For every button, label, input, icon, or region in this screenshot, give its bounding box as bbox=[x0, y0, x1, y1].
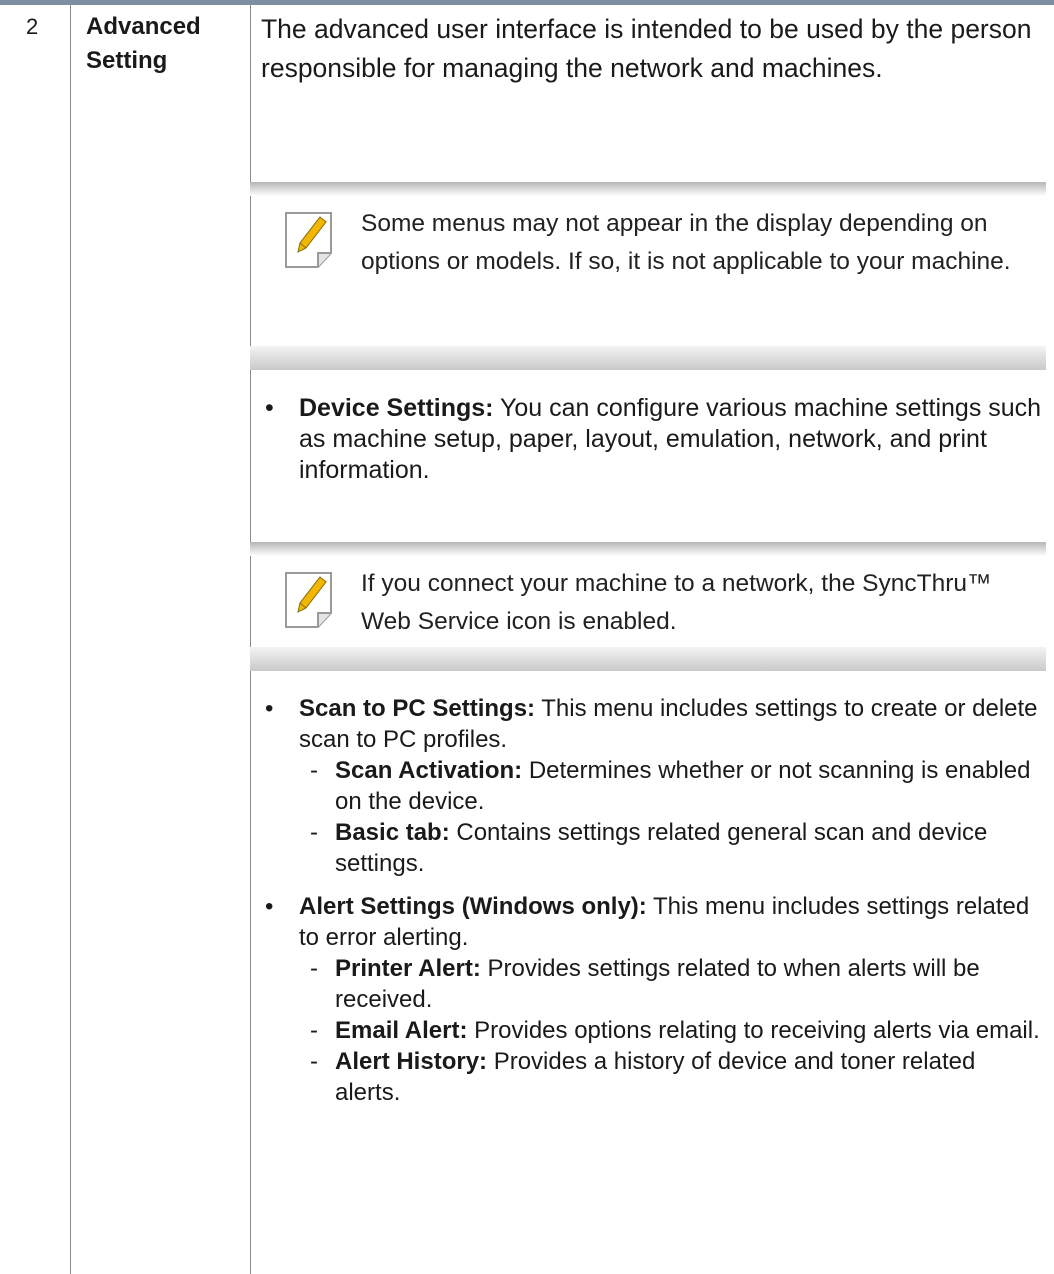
dash-icon: - bbox=[310, 819, 318, 846]
sub-list: - Printer Alert: Provides settings relat… bbox=[299, 953, 1042, 1108]
sub-list-item: - Basic tab: Contains settings related g… bbox=[299, 817, 1042, 879]
sub-list-item: - Email Alert: Provides options relating… bbox=[299, 1015, 1042, 1046]
bullet-icon: • bbox=[265, 394, 274, 422]
sub-list-item: - Alert History: Provides a history of d… bbox=[299, 1046, 1042, 1108]
note-pencil-icon bbox=[285, 572, 332, 628]
dash-icon: - bbox=[310, 757, 318, 784]
dash-icon: - bbox=[310, 1017, 318, 1044]
note-bottom-bar bbox=[250, 647, 1046, 671]
settings-list: • Scan to PC Settings: This menu include… bbox=[252, 693, 1042, 1108]
table-top-rule bbox=[0, 0, 1054, 5]
sub-list: - Scan Activation: Determines whether or… bbox=[299, 755, 1042, 879]
sub-item-term: Printer Alert: bbox=[335, 955, 481, 982]
dash-icon: - bbox=[310, 955, 318, 982]
dash-icon: - bbox=[310, 1048, 318, 1075]
note-pencil-icon bbox=[285, 212, 332, 268]
setting-description: The advanced user interface is intended … bbox=[261, 14, 1032, 83]
note-top-bar bbox=[250, 542, 1046, 556]
sub-item-term: Scan Activation: bbox=[335, 757, 523, 784]
list-item: • Device Settings: You can configure var… bbox=[252, 393, 1042, 486]
sub-item-term: Alert History: bbox=[335, 1048, 488, 1075]
note-top-bar bbox=[250, 182, 1046, 196]
list-item: • Scan to PC Settings: This menu include… bbox=[252, 693, 1042, 879]
note-box-2: If you connect your machine to a network… bbox=[250, 542, 1046, 671]
device-settings-list: • Device Settings: You can configure var… bbox=[252, 393, 1042, 486]
sub-item-term: Basic tab: bbox=[335, 819, 450, 846]
sub-list-item: - Scan Activation: Determines whether or… bbox=[299, 755, 1042, 817]
item-term: Scan to PC Settings: bbox=[299, 695, 536, 722]
sub-item-term: Email Alert: bbox=[335, 1017, 468, 1044]
note-box-1: Some menus may not appear in the display… bbox=[250, 182, 1046, 370]
sub-item-text: Provides options relating to receiving a… bbox=[467, 1017, 1040, 1044]
setting-label: Advanced Setting bbox=[86, 13, 201, 74]
row-number: 2 bbox=[26, 14, 39, 39]
note-text-1: Some menus may not appear in the display… bbox=[361, 210, 1011, 275]
note-bottom-bar bbox=[250, 346, 1046, 370]
list-item: • Alert Settings (Windows only): This me… bbox=[252, 891, 1042, 1108]
bullet-icon: • bbox=[265, 893, 274, 920]
bullet-icon: • bbox=[265, 695, 274, 722]
item-term: Alert Settings (Windows only): bbox=[299, 893, 647, 920]
note-text-2: If you connect your machine to a network… bbox=[361, 570, 992, 635]
column-divider-1 bbox=[70, 5, 71, 1274]
sub-list-item: - Printer Alert: Provides settings relat… bbox=[299, 953, 1042, 1015]
item-term: Device Settings: bbox=[299, 394, 494, 422]
